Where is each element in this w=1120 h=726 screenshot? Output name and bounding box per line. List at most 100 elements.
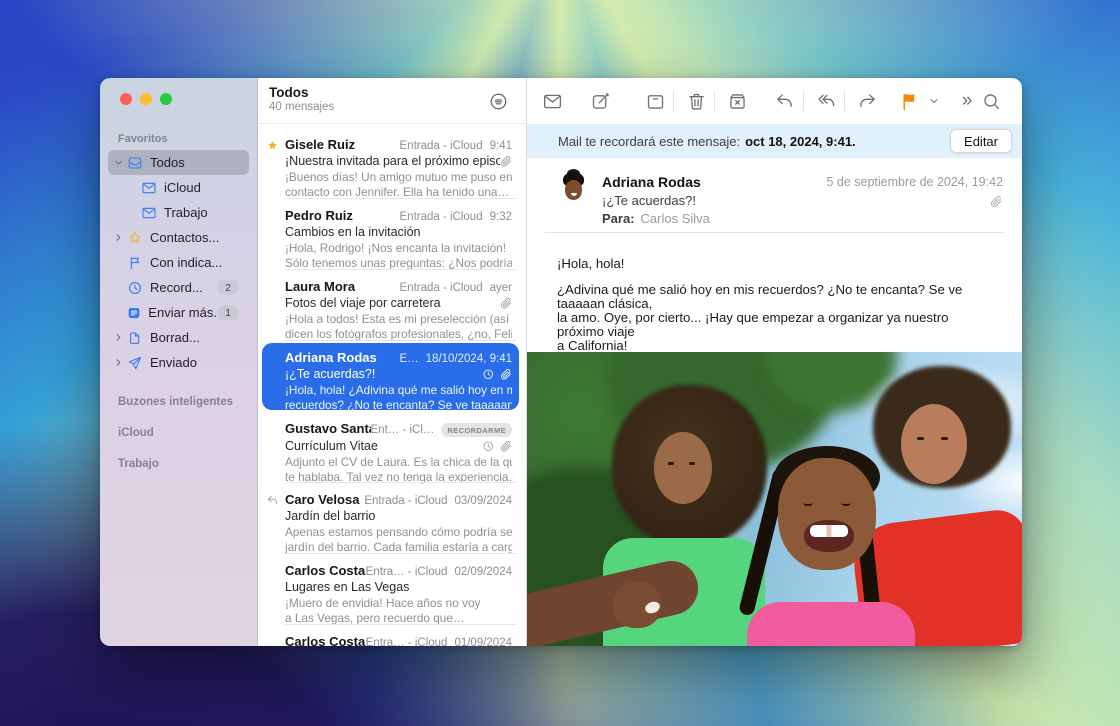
message-row-adriana-rodas-3[interactable]: Adriana RodasE…18/10/2024, 9:41¡¿Te acue… (258, 341, 526, 412)
message-preview: contacto con Jennifer. Ella ha tenido un… (285, 185, 512, 200)
paperclip-icon (500, 440, 513, 453)
sidebar-item-label: iCloud (164, 180, 201, 195)
document-icon (126, 329, 144, 347)
photo-person-center-pink-shirt (747, 602, 915, 646)
chevron-right-icon[interactable] (110, 356, 126, 370)
archive-button[interactable] (645, 87, 673, 115)
reminder-text: Mail te recordará este mensaje: (558, 134, 740, 149)
message-list: Gisele RuizEntrada - iCloud9:41¡Nuestra … (258, 124, 526, 646)
sidebar-item-enviar-m-s[interactable]: Enviar más...1 (108, 300, 249, 325)
tray-icon (126, 154, 144, 172)
flag-icon (899, 91, 927, 112)
message-date: 5 de septiembre de 2024, 19:42 (826, 175, 1003, 189)
toolbar-separator (803, 91, 804, 111)
reply-button[interactable] (774, 87, 802, 115)
message-row-laura-mora-2[interactable]: Laura MoraEntrada - iCloudayerFotos del … (258, 270, 526, 341)
trash-button[interactable] (686, 87, 714, 115)
edit-reminder-button[interactable]: Editar (950, 129, 1012, 153)
message-subject: Fotos del viaje por carretera (285, 296, 500, 310)
sidebar-item-label: Trabajo (164, 205, 208, 220)
message-row-gisele-ruiz-0[interactable]: Gisele RuizEntrada - iCloud9:41¡Nuestra … (258, 128, 526, 199)
unread-count-badge: 1 (217, 305, 239, 320)
sidebar-items: Todos iCloud Trabajo Contactos... Con indica… (100, 150, 257, 375)
unread-envelope-icon (542, 91, 570, 112)
minimize-window-button[interactable] (140, 93, 152, 105)
message-sender: Pedro Ruiz (285, 208, 400, 223)
unread-count-badge: 2 (217, 280, 239, 295)
forward-icon (857, 91, 885, 112)
reply-all-button[interactable] (816, 87, 844, 115)
sidebar-item-trabajo[interactable]: Trabajo (108, 200, 249, 225)
paperclip-icon (500, 297, 513, 310)
sidebar-item-borrad[interactable]: Borrad... (108, 325, 249, 350)
body-line: la amo. Oye, por cierto... ¡Hay que empe… (557, 311, 992, 339)
toolbar-separator (673, 91, 674, 111)
send-later-icon (126, 304, 142, 322)
message-time: 9:32 (490, 211, 512, 223)
message-preview: ¡Hola, Rodrigo! ¡Nos encanta la invitaci… (285, 241, 512, 256)
paperclip-icon (500, 155, 513, 168)
junk-button[interactable] (727, 87, 755, 115)
sender-avatar[interactable] (558, 173, 589, 204)
paperplane-icon (126, 354, 144, 372)
star-icon (126, 229, 144, 247)
unread-envelope-button[interactable] (542, 87, 570, 115)
sidebar-item-record[interactable]: Record...2 (108, 275, 249, 300)
toolbar-separator (714, 91, 715, 111)
search-icon (981, 91, 1009, 112)
message-header: Adriana Rodas ¡¿Te acuerdas?! Para:Carlo… (527, 158, 1022, 233)
more-button[interactable]: » (953, 87, 981, 115)
paperclip-icon (500, 368, 513, 381)
message-subject: ¡Nuestra invitada para el próximo episod… (285, 154, 500, 168)
sidebar-item-con-indica[interactable]: Con indica... (108, 250, 249, 275)
search-button[interactable] (981, 87, 1009, 115)
message-preview: ¡Muero de envidia! Hace años no voy (285, 596, 512, 611)
message-time: ayer (490, 282, 512, 294)
sidebar-item-enviado[interactable]: Enviado (108, 350, 249, 375)
close-window-button[interactable] (120, 93, 132, 105)
to-label: Para: (602, 211, 635, 226)
message-preview: ¡Hola a todos! Esta es mi preselección (… (285, 312, 512, 327)
forward-button[interactable] (857, 87, 885, 115)
sidebar-item-icloud[interactable]: iCloud (108, 175, 249, 200)
message-time: 01/09/2024 (454, 637, 512, 646)
flag-button[interactable] (899, 87, 927, 115)
sidebar-item-label: Todos (150, 155, 185, 170)
message-list-header: Todos 40 mensajes (258, 78, 526, 124)
sidebar-item-todos[interactable]: Todos (108, 150, 249, 175)
envelope-icon (140, 204, 158, 222)
message-sender: Gustavo Santana (285, 421, 371, 436)
message-subject: ¡¿Te acuerdas?! (602, 193, 1004, 208)
message-row-pedro-ruiz-1[interactable]: Pedro RuizEntrada - iCloud 9:32 Cambios en… (258, 199, 526, 270)
chevron-right-icon[interactable] (110, 331, 126, 345)
message-row-caro-velosa-5[interactable]: Caro VelosaEntrada - iCloud03/09/2024Jar… (258, 483, 526, 554)
message-row-carlos-costa-7[interactable]: Carlos CostaEntra… - iCloud01/09/2024 (258, 625, 526, 646)
reply-icon (774, 91, 802, 112)
chevron-down-icon[interactable] (110, 156, 126, 170)
sidebar-section-trabajo[interactable]: Trabajo (118, 449, 257, 480)
message-preview: recuerdos? ¿No te encanta? Se ve taaaaan… (285, 398, 512, 413)
message-time: 9:41 (490, 140, 512, 152)
fullscreen-window-button[interactable] (160, 93, 172, 105)
message-mailbox: Entrada - iCloud (400, 211, 483, 223)
sidebar-section-icloud[interactable]: iCloud (118, 418, 257, 449)
message-row-gustavo-santana-4[interactable]: Gustavo SantanaEnt… - iCl…RECORDARMECurr… (258, 412, 526, 483)
sidebar-item-label: Contactos... (150, 230, 219, 245)
message-preview: ¡Buenos días! Un amigo mutuo me puso en (285, 170, 512, 185)
message-row-carlos-costa-6[interactable]: Carlos CostaEntra… - iCloud02/09/2024Lug… (258, 554, 526, 625)
message-mailbox: Entrada - iCloud (400, 140, 483, 152)
message-time: 02/09/2024 (454, 566, 512, 578)
message-subject: Cambios en la invitación (285, 225, 512, 239)
chevron-right-icon[interactable] (110, 231, 126, 245)
paperclip-icon (990, 195, 1003, 208)
compose-button[interactable] (590, 87, 618, 115)
message-sender: Adriana Rodas (285, 350, 399, 365)
body-line: ¿Adivina qué me salió hoy en mis recuerd… (557, 283, 992, 311)
sidebar-item-contactos[interactable]: Contactos... (108, 225, 249, 250)
flag-chevron-button[interactable] (928, 87, 948, 115)
flag-icon (126, 254, 144, 272)
photo-attachment[interactable] (527, 352, 1022, 646)
clock-icon (482, 368, 495, 381)
sidebar-section-buzones-inteligentes[interactable]: Buzones inteligentes (118, 387, 257, 418)
filter-button[interactable] (488, 88, 514, 114)
